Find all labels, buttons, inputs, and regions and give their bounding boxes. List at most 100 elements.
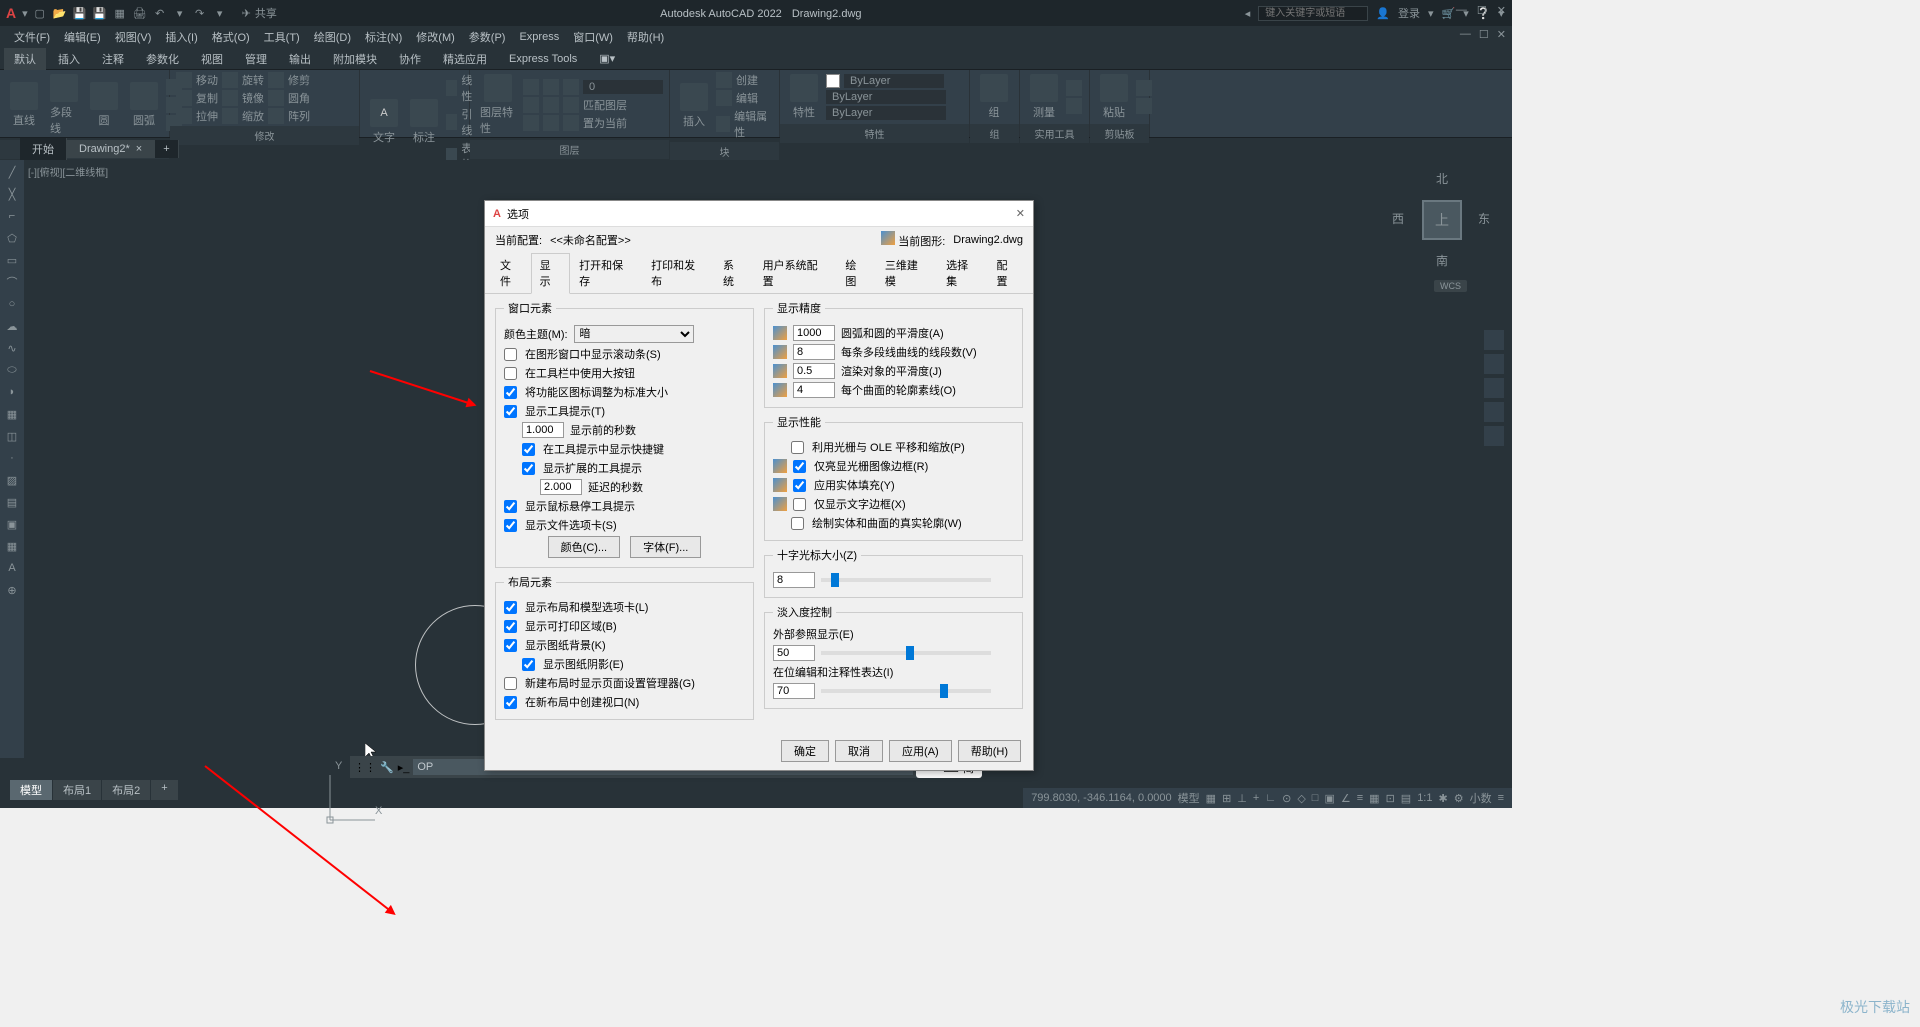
status-qp-icon[interactable]: ▤	[1401, 792, 1411, 805]
menu-tools[interactable]: 工具(T)	[258, 27, 306, 47]
tool-addselected-icon[interactable]: ⊕	[2, 580, 22, 600]
cb-layout-tabs[interactable]	[504, 601, 517, 614]
tab-express[interactable]: Express Tools	[499, 50, 587, 68]
cb-ribbon-std[interactable]	[504, 386, 517, 399]
menu-format[interactable]: 格式(O)	[206, 27, 256, 47]
autodesk-app-icon[interactable]: 🛒	[1442, 7, 1456, 20]
menu-file[interactable]: 文件(F)	[8, 27, 56, 47]
dlgtab-system[interactable]: 系统	[714, 253, 754, 293]
dlgtab-files[interactable]: 文件	[491, 253, 531, 293]
menu-view[interactable]: 视图(V)	[109, 27, 158, 47]
tab-view[interactable]: 视图	[191, 48, 233, 70]
maximize-icon[interactable]: ☐	[1477, 4, 1487, 17]
cb-paper-shadow[interactable]	[522, 658, 535, 671]
tab-annotate[interactable]: 注释	[92, 48, 134, 70]
status-annvis-icon[interactable]: ✱	[1438, 792, 1447, 805]
help-button[interactable]: 帮助(H)	[958, 740, 1021, 762]
ok-button[interactable]: 确定	[781, 740, 829, 762]
share-button[interactable]: ✈共享	[242, 5, 277, 21]
status-grid-icon[interactable]: ▦	[1206, 792, 1216, 805]
cmd-handle-icon[interactable]: ⋮⋮	[354, 761, 376, 774]
cb-scrollbars[interactable]	[504, 348, 517, 361]
tab-layout2[interactable]: 布局2	[102, 780, 151, 800]
menu-edit[interactable]: 编辑(E)	[58, 27, 107, 47]
cb-printable[interactable]	[504, 620, 517, 633]
qat-open-icon[interactable]: 📂	[52, 5, 68, 21]
tool-insert-icon[interactable]: ▦	[2, 404, 22, 424]
tool-polyline-icon[interactable]: ⌐	[2, 206, 22, 226]
insert-button[interactable]: 插入	[676, 81, 712, 131]
qat-undo-icon[interactable]: ↶	[152, 5, 168, 21]
cmd-customize-icon[interactable]: 🔧	[380, 761, 394, 774]
tool-gradient-icon[interactable]: ▤	[2, 492, 22, 512]
doc-minimize-icon[interactable]: —	[1460, 28, 1471, 41]
search-input[interactable]	[1258, 6, 1368, 21]
tool-mtext-icon[interactable]: A	[2, 558, 22, 578]
lineweight-dropdown[interactable]: ByLayer	[826, 90, 946, 104]
panel-prop[interactable]: 特性	[780, 124, 969, 143]
tab-add[interactable]: +	[151, 780, 178, 800]
status-ortho-icon[interactable]: ∟	[1265, 792, 1276, 804]
cb-ole-pan[interactable]	[791, 441, 804, 454]
login-link[interactable]: 登录	[1398, 5, 1420, 21]
tab-parametric[interactable]: 参数化	[136, 48, 189, 70]
nav-orbit-icon[interactable]	[1484, 402, 1504, 422]
tool-revcloud-icon[interactable]: ☁	[2, 316, 22, 336]
dlgtab-profiles[interactable]: 配置	[987, 253, 1027, 293]
dlgtab-opensave[interactable]: 打开和保存	[570, 253, 642, 293]
panel-clip[interactable]: 剪贴板	[1090, 124, 1149, 143]
tool-polygon-icon[interactable]: ⬠	[2, 228, 22, 248]
status-model[interactable]: 模型	[1178, 790, 1200, 806]
tool-point-icon[interactable]: ·	[2, 448, 22, 468]
dlgtab-display[interactable]: 显示	[531, 253, 571, 294]
linetype-dropdown[interactable]: ByLayer	[826, 106, 946, 120]
cb-true-silhouette[interactable]	[791, 517, 804, 530]
tool-circle-icon[interactable]: ○	[2, 294, 22, 314]
colors-button[interactable]: 颜色(C)...	[548, 536, 620, 558]
wcs-badge[interactable]: WCS	[1434, 280, 1467, 292]
qat-web-icon[interactable]: ▦	[112, 5, 128, 21]
text-button[interactable]: A文字	[366, 97, 402, 147]
status-transp-icon[interactable]: ▦	[1369, 792, 1379, 805]
qat-saveas-icon[interactable]: 💾	[92, 5, 108, 21]
color-dropdown[interactable]: ByLayer	[844, 74, 944, 88]
arc-smooth-input[interactable]	[793, 325, 835, 341]
dialog-close-icon[interactable]: ✕	[1016, 207, 1025, 220]
mirror-icon[interactable]	[222, 90, 238, 106]
scale-icon[interactable]	[222, 108, 238, 124]
dlgtab-plot[interactable]: 打印和发布	[642, 253, 714, 293]
close-icon[interactable]: ✕	[1497, 4, 1506, 17]
color-theme-select[interactable]: 暗	[574, 325, 694, 343]
array-icon[interactable]	[268, 108, 284, 124]
arc-button[interactable]: 圆弧	[126, 80, 162, 130]
status-polar-icon[interactable]: ⊙	[1282, 792, 1291, 805]
tool-ellipsearc-icon[interactable]: ◗	[2, 382, 22, 402]
line-button[interactable]: 直线	[6, 80, 42, 130]
cb-shortcuts[interactable]	[522, 443, 535, 456]
dim-button[interactable]: 标注	[406, 97, 442, 147]
tool-region-icon[interactable]: ▣	[2, 514, 22, 534]
menu-modify[interactable]: 修改(M)	[410, 27, 461, 47]
cb-tooltips[interactable]	[504, 405, 517, 418]
status-snap-icon[interactable]: ⊞	[1222, 792, 1231, 805]
fonts-button[interactable]: 字体(F)...	[630, 536, 701, 558]
tab-featured[interactable]: 精选应用	[433, 48, 497, 70]
tab-layout1[interactable]: 布局1	[53, 780, 102, 800]
tab-collab[interactable]: 协作	[389, 48, 431, 70]
viewport-label[interactable]: [-][俯视][二维线框]	[28, 164, 108, 179]
menu-insert[interactable]: 插入(I)	[159, 27, 203, 47]
tool-rectangle-icon[interactable]: ▭	[2, 250, 22, 270]
copy-icon[interactable]	[176, 90, 192, 106]
cb-pagesetup[interactable]	[504, 677, 517, 690]
cb-rollover[interactable]	[504, 500, 517, 513]
cb-filetabs[interactable]	[504, 519, 517, 532]
status-ws-icon[interactable]: ⚙	[1454, 792, 1464, 805]
tab-manage[interactable]: 管理	[235, 48, 277, 70]
measure-button[interactable]: 测量	[1026, 72, 1062, 122]
tool-table-icon[interactable]: ▦	[2, 536, 22, 556]
layer-dropdown[interactable]: 0	[583, 80, 663, 94]
tool-construction-icon[interactable]: ╳	[2, 184, 22, 204]
tab-model[interactable]: 模型	[10, 780, 53, 800]
trim-icon[interactable]	[268, 72, 284, 88]
qat-redo-icon[interactable]: ↷	[192, 5, 208, 21]
